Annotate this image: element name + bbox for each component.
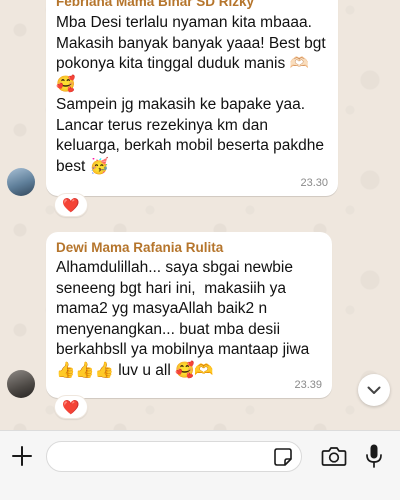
scroll-to-bottom-button[interactable]	[358, 374, 390, 406]
message-input[interactable]	[46, 441, 302, 472]
heart-reaction-badge[interactable]: ❤️	[54, 395, 88, 419]
message-text: Alhamdulillah... saya sbgai newbie senee…	[56, 259, 310, 379]
message-bubble[interactable]: Dewi Mama Rafania Rulita Alhamdulillah..…	[46, 232, 332, 398]
voice-message-button[interactable]	[364, 442, 384, 470]
message-timestamp: 23.39	[294, 379, 322, 391]
sender-name[interactable]: Febriana Mama Binar SD Rizky	[46, 0, 338, 10]
sticker-button[interactable]	[272, 446, 294, 468]
message-text: Mba Desi terlalu nyaman kita mbaaa. Maka…	[56, 14, 326, 175]
microphone-icon	[366, 444, 382, 468]
plus-icon	[12, 446, 32, 466]
camera-icon	[321, 447, 347, 466]
heart-reaction-badge[interactable]: ❤️	[54, 193, 88, 217]
sender-name[interactable]: Dewi Mama Rafania Rulita	[46, 232, 332, 256]
heart-icon: ❤️	[62, 398, 80, 415]
chevron-down-icon	[367, 386, 381, 394]
message-timestamp: 23.30	[300, 177, 328, 189]
sender-avatar[interactable]	[7, 168, 35, 196]
attach-button[interactable]	[9, 443, 35, 469]
heart-icon: ❤️	[62, 196, 80, 213]
sender-avatar[interactable]	[7, 370, 35, 398]
message-bubble[interactable]: Febriana Mama Binar SD Rizky Mba Desi te…	[46, 0, 338, 196]
message-composer-bar	[0, 430, 400, 500]
camera-button[interactable]	[321, 444, 347, 468]
sticker-icon	[274, 448, 292, 466]
